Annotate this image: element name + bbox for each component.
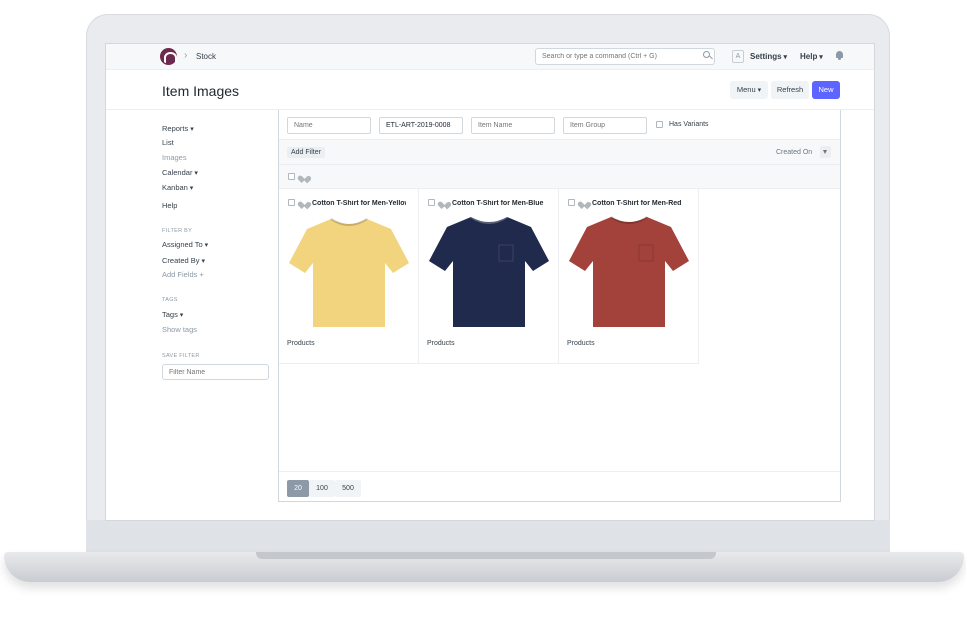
app-screen: › Stock A Settings Help Item Images Menu…: [106, 44, 874, 520]
tags-heading: TAGS: [162, 297, 178, 303]
chevron-right-icon: ›: [184, 50, 188, 61]
heart-icon[interactable]: [580, 199, 588, 206]
heart-icon[interactable]: [440, 199, 448, 206]
breadcrumb-stock[interactable]: Stock: [196, 52, 216, 61]
page-size-20-button[interactable]: 20: [287, 480, 309, 497]
paging-area: 20 100 500: [279, 471, 840, 501]
sort-bar: Add Filter Created On: [279, 140, 840, 165]
has-variants-label: Has Variants: [669, 121, 709, 128]
created-by-filter[interactable]: Created By: [162, 256, 205, 265]
search-icon: [703, 51, 710, 58]
card-checkbox[interactable]: [568, 199, 575, 206]
navbar: › Stock A Settings Help: [106, 44, 874, 70]
item-name-filter-input[interactable]: [471, 117, 555, 134]
select-all-bar: [279, 165, 840, 189]
image-card[interactable]: Cotton T-Shirt for Men-Blue Products: [419, 189, 559, 364]
card-checkbox[interactable]: [288, 199, 295, 206]
card-checkbox[interactable]: [428, 199, 435, 206]
assigned-to-filter[interactable]: Assigned To: [162, 240, 208, 249]
standard-filters: ETL-ART-2019-0008 Has Variants: [279, 110, 840, 140]
article-filter-input[interactable]: ETL-ART-2019-0008: [379, 117, 463, 134]
plus-icon: +: [199, 270, 204, 279]
has-variants-checkbox[interactable]: [656, 121, 663, 128]
sidebar-item-list[interactable]: List: [162, 138, 174, 147]
add-filter-button[interactable]: Add Filter: [287, 147, 325, 158]
page-head: Item Images Menu Refresh New: [106, 70, 874, 110]
menu-button[interactable]: Menu: [730, 81, 768, 99]
tshirt-image[interactable]: [427, 211, 551, 331]
card-title[interactable]: Cotton T-Shirt for Men-Blue: [452, 200, 546, 207]
tags-dropdown[interactable]: Tags: [162, 310, 183, 319]
show-tags-link[interactable]: Show tags: [162, 325, 197, 334]
card-item-group: Products: [567, 340, 595, 347]
filter-by-heading: FILTER BY: [162, 228, 193, 234]
heart-icon[interactable]: [300, 199, 308, 206]
refresh-button[interactable]: Refresh: [771, 81, 809, 99]
select-all-checkbox[interactable]: [288, 173, 295, 180]
sidebar-item-reports[interactable]: Reports: [162, 124, 194, 133]
new-button[interactable]: New: [812, 81, 840, 99]
search-input[interactable]: [535, 48, 715, 65]
sort-order-icon[interactable]: [820, 146, 831, 158]
sidebar-item-help[interactable]: Help: [162, 201, 177, 210]
page-size-100-button[interactable]: 100: [309, 480, 335, 497]
help-dropdown[interactable]: Help: [800, 52, 823, 61]
name-filter-input[interactable]: [287, 117, 371, 134]
sidebar-item-images[interactable]: Images: [162, 153, 187, 162]
card-item-group: Products: [427, 340, 455, 347]
bell-icon[interactable]: [836, 51, 843, 60]
sidebar-item-kanban[interactable]: Kanban: [162, 183, 193, 192]
image-view: ETL-ART-2019-0008 Has Variants Add Filte…: [278, 110, 841, 502]
sidebar-item-calendar[interactable]: Calendar: [162, 168, 198, 177]
avatar[interactable]: A: [732, 50, 744, 63]
settings-dropdown[interactable]: Settings: [750, 52, 787, 61]
page-size-500-button[interactable]: 500: [335, 480, 361, 497]
filter-name-input[interactable]: [162, 364, 269, 380]
card-item-group: Products: [287, 340, 315, 347]
card-title[interactable]: Cotton T-Shirt for Men-Yellow: [312, 200, 406, 207]
sort-selector[interactable]: Created On: [776, 149, 812, 156]
image-card[interactable]: Cotton T-Shirt for Men-Yellow Products: [279, 189, 419, 364]
tshirt-image[interactable]: [567, 211, 691, 331]
card-title[interactable]: Cotton T-Shirt for Men-Red: [592, 200, 686, 207]
image-card[interactable]: Cotton T-Shirt for Men-Red Products: [559, 189, 699, 364]
save-filter-heading: SAVE FILTER: [162, 353, 200, 359]
page-title: Item Images: [162, 83, 240, 99]
add-fields-label: Add Fields: [162, 270, 198, 279]
heart-icon[interactable]: [300, 173, 308, 180]
app-logo-icon[interactable]: [160, 48, 177, 65]
laptop-notch: [256, 552, 716, 559]
item-group-filter-input[interactable]: [563, 117, 647, 134]
tshirt-image[interactable]: [287, 211, 411, 331]
add-fields-link[interactable]: Add Fields +: [162, 270, 204, 279]
laptop-bezel: [86, 520, 890, 554]
